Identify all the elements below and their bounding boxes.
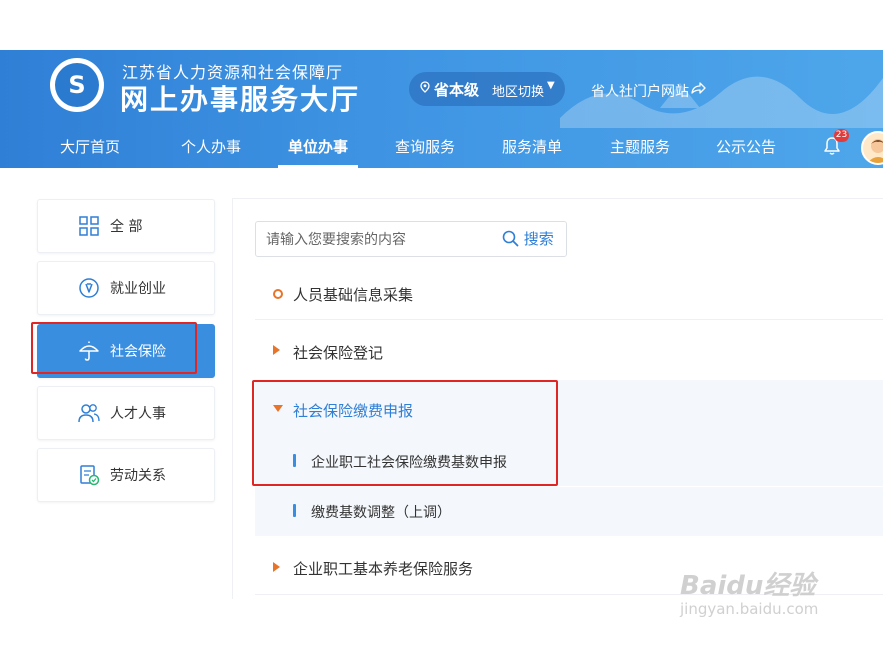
hall-title: 网上办事服务大厅 [120, 83, 361, 116]
highlight-box [31, 322, 197, 374]
sub-service-label: 缴费基数调整（上调） [311, 505, 451, 521]
sidebar-item-talent[interactable]: 人才人事 [37, 386, 215, 440]
sidebar-item-labor-relations[interactable]: 劳动关系 [37, 448, 215, 502]
user-avatar-icon [867, 139, 883, 163]
divider [255, 319, 883, 320]
service-item-label: 企业职工基本养老保险服务 [293, 560, 474, 578]
nav-query[interactable]: 查询服务 [395, 136, 455, 157]
nav-home[interactable]: 大厅首页 [60, 136, 120, 157]
region-level: 省本级 [434, 81, 480, 99]
location-pin-icon [420, 81, 430, 93]
portal-link[interactable]: 省人社门户网站 [591, 81, 689, 101]
search-box: 搜索 [255, 221, 567, 258]
highlight-box [252, 380, 558, 486]
contract-icon [80, 465, 100, 486]
avatar[interactable] [861, 131, 883, 165]
search-icon [502, 230, 519, 247]
nav-service-list[interactable]: 服务清单 [502, 136, 562, 157]
logo-glyph-icon: S [68, 71, 86, 99]
watermark-logo: Baidu经验 [680, 571, 816, 601]
share-arrow-icon [691, 82, 706, 94]
notification-badge: 23 [834, 129, 849, 142]
grid-icon [79, 216, 99, 236]
region-switch-link[interactable]: 地区切换 [492, 81, 544, 100]
caret-down-icon: ▼ [547, 80, 555, 91]
org-logo[interactable]: S [50, 58, 104, 112]
briefcase-icon [79, 278, 99, 298]
search-button-label: 搜索 [523, 230, 554, 248]
nav-notices[interactable]: 公示公告 [716, 136, 776, 157]
service-item-label: 社会保险登记 [293, 344, 384, 362]
search-button[interactable]: 搜索 [502, 228, 554, 250]
sidebar-item-label: 人才人事 [110, 406, 166, 422]
sidebar-item-label: 就业创业 [110, 281, 166, 297]
nav-unit[interactable]: 单位办事 [288, 136, 348, 157]
people-icon [78, 404, 100, 423]
sidebar-item-employment[interactable]: 就业创业 [37, 261, 215, 315]
service-item[interactable]: 社会保险登记 [255, 339, 883, 371]
sub-service-item[interactable]: 缴费基数调整（上调） [255, 500, 883, 526]
sidebar-item-label: 劳动关系 [110, 468, 166, 484]
sidebar-item-label: 全 部 [110, 219, 143, 235]
site-header: S 江苏省人力资源和社会保障厅 网上办事服务大厅 省本级 地区切换 ▼ 省人社门… [0, 50, 883, 168]
divider [255, 486, 883, 487]
search-input[interactable] [264, 222, 498, 258]
sidebar-item-all[interactable]: 全 部 [37, 199, 215, 253]
service-item-label: 人员基础信息采集 [293, 286, 414, 304]
nav-personal[interactable]: 个人办事 [181, 136, 241, 157]
nav-topics[interactable]: 主题服务 [610, 136, 670, 157]
service-item[interactable]: 人员基础信息采集 [255, 281, 883, 313]
watermark-url: jingyan.baidu.com [680, 600, 819, 618]
nav-active-indicator [278, 165, 358, 168]
